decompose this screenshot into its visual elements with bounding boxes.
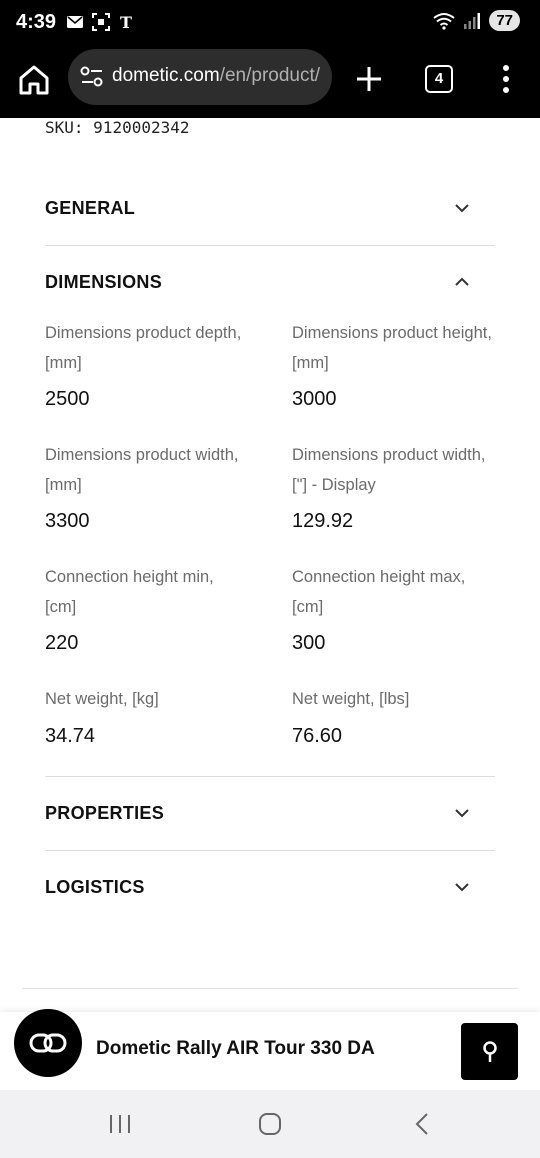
chevron-down-icon bbox=[455, 883, 469, 892]
divider bbox=[45, 245, 495, 246]
spec-label: Net weight, [kg] bbox=[45, 690, 159, 708]
spec-value: 76.60 bbox=[292, 725, 343, 747]
location-pin-icon bbox=[482, 1040, 497, 1062]
chevron-up-icon bbox=[455, 277, 469, 286]
section-title: DIMENSIONS bbox=[45, 272, 163, 292]
url-domain: dometic.com bbox=[112, 65, 220, 86]
status-notification-icons: T bbox=[66, 13, 136, 31]
more-menu-icon[interactable] bbox=[494, 62, 518, 96]
section-properties[interactable]: PROPERTIES bbox=[45, 789, 495, 837]
find-dealer-button[interactable] bbox=[461, 1023, 518, 1080]
spec-value: 129.92 bbox=[292, 510, 354, 532]
sticky-product-bar: Dometic Rally AIR Tour 330 DA bbox=[0, 1009, 540, 1090]
section-dimensions[interactable]: DIMENSIONS bbox=[45, 258, 495, 306]
divider bbox=[45, 776, 495, 777]
section-title: PROPERTIES bbox=[45, 803, 165, 823]
status-system-icons: 77 bbox=[433, 10, 520, 31]
sku-line: SKU: 9120002342 bbox=[45, 118, 190, 137]
battery-icon: 77 bbox=[489, 10, 520, 31]
signal-icon bbox=[464, 12, 481, 29]
status-bar: 4:39 T 77 bbox=[0, 0, 540, 48]
tab-switcher-button[interactable]: 4 bbox=[425, 65, 453, 93]
screenshot-icon bbox=[92, 13, 110, 31]
spec-label: Net weight, [lbs] bbox=[292, 690, 410, 708]
spec-label: Dimensions product width, [mm] bbox=[45, 446, 239, 494]
chevron-down-icon bbox=[455, 204, 469, 213]
spec-label: Dimensions product height, [mm] bbox=[292, 324, 492, 372]
spec-label: Dimensions product depth, [mm] bbox=[45, 324, 242, 372]
home-nav-icon[interactable] bbox=[258, 1112, 282, 1136]
spec-value: 300 bbox=[292, 632, 326, 654]
new-tab-icon[interactable] bbox=[352, 62, 386, 96]
spec-label: Dimensions product width, ["] - Display bbox=[292, 446, 486, 494]
spec-label: Connection height max, [cm] bbox=[292, 568, 466, 616]
section-title: GENERAL bbox=[45, 198, 136, 218]
status-time: 4:39 bbox=[16, 11, 57, 33]
chevron-down-icon bbox=[455, 809, 469, 818]
spec-label: Connection height min, [cm] bbox=[45, 568, 214, 616]
sku-label: SKU: bbox=[45, 118, 84, 137]
sku-value: 9120002342 bbox=[93, 118, 190, 137]
wifi-icon bbox=[433, 12, 455, 30]
mail-icon bbox=[67, 16, 83, 28]
browser-toolbar: dometic.com/en/product/ 4 bbox=[0, 48, 540, 118]
compare-icon bbox=[29, 1033, 67, 1053]
spec-value: 3000 bbox=[292, 388, 337, 410]
section-title: LOGISTICS bbox=[45, 877, 145, 897]
section-general[interactable]: GENERAL bbox=[45, 184, 495, 232]
home-icon[interactable] bbox=[16, 62, 52, 98]
url-text: dometic.com/en/product/ bbox=[112, 65, 324, 87]
svg-text:T: T bbox=[120, 13, 132, 31]
compare-button[interactable] bbox=[14, 1009, 82, 1077]
recent-apps-icon[interactable] bbox=[108, 1113, 132, 1135]
divider bbox=[45, 850, 495, 851]
page-content: SKU: 9120002342 GENERAL DIMENSIONS Dimen… bbox=[0, 118, 540, 1012]
url-path: /en/product/ bbox=[219, 65, 321, 86]
spec-value: 3300 bbox=[45, 510, 90, 532]
site-settings-icon[interactable] bbox=[80, 66, 104, 88]
address-bar[interactable]: dometic.com/en/product/ bbox=[68, 49, 332, 105]
nyt-icon: T bbox=[120, 13, 132, 31]
divider bbox=[22, 988, 518, 989]
section-logistics[interactable]: LOGISTICS bbox=[45, 863, 495, 911]
spec-value: 2500 bbox=[45, 388, 90, 410]
spec-value: 34.74 bbox=[45, 725, 96, 747]
system-nav-bar bbox=[0, 1090, 540, 1158]
product-name: Dometic Rally AIR Tour 330 DA bbox=[96, 1038, 375, 1059]
back-nav-icon[interactable] bbox=[412, 1112, 432, 1136]
spec-value: 220 bbox=[45, 632, 79, 654]
